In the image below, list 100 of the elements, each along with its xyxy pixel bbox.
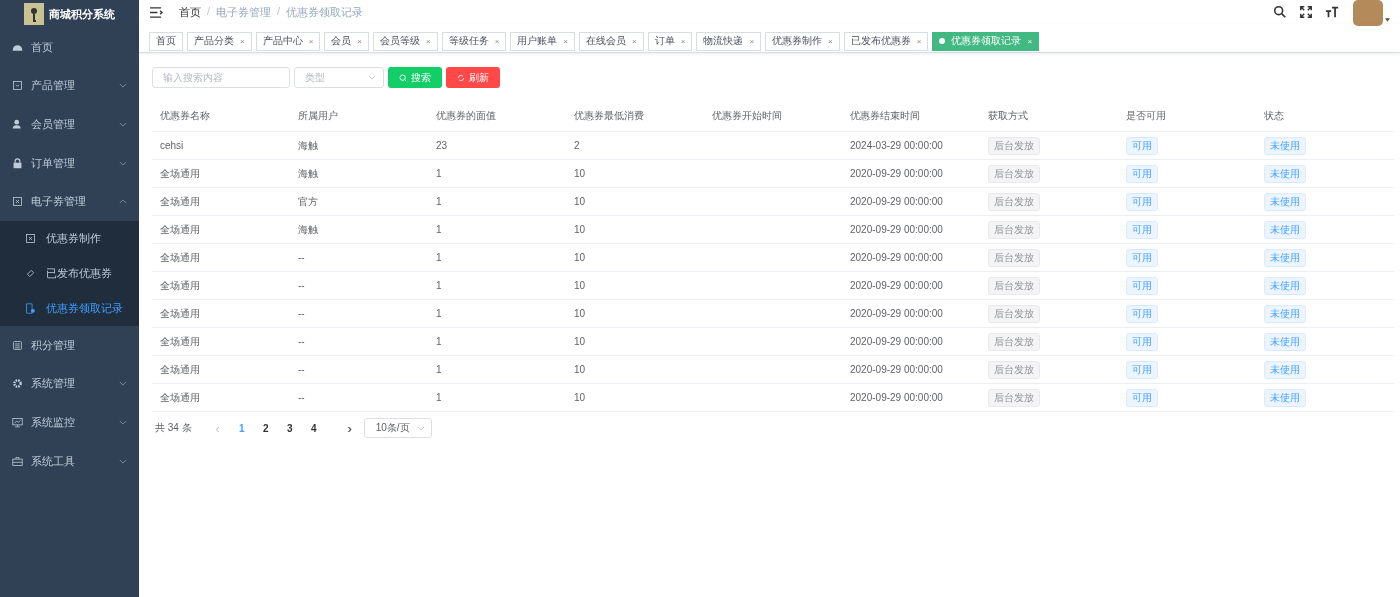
usable-badge: 可用 (1126, 192, 1158, 211)
table-cell: 全场通用 (160, 251, 200, 263)
menu-item[interactable]: 系统监控 (0, 403, 139, 442)
table-cell: -- (298, 307, 305, 319)
fullscreen-icon[interactable] (1299, 5, 1313, 19)
close-icon[interactable]: × (680, 36, 686, 46)
table-cell: 2020-09-29 00:00:00 (850, 195, 943, 207)
table-cell: 2020-09-29 00:00:00 (850, 167, 943, 179)
usable-badge: 可用 (1126, 248, 1158, 267)
status-badge: 未使用 (1264, 360, 1306, 379)
submenu-item[interactable]: 优惠券制作 (0, 220, 139, 256)
table-cell: 10 (574, 167, 586, 179)
box-icon (12, 80, 23, 92)
method-badge: 后台发放 (988, 164, 1040, 183)
tab[interactable]: 物流快递 × (696, 31, 762, 51)
chevron-icon (119, 419, 127, 425)
breadcrumb-item[interactable]: 首页 (179, 4, 201, 20)
breadcrumb-item: 优惠券领取记录 (286, 4, 364, 20)
page-size-select[interactable]: 10条/页 (363, 418, 432, 438)
table-cell: 2020-09-29 00:00:00 (850, 363, 943, 375)
table-cell: 10 (574, 363, 586, 375)
page-button[interactable]: 2 (253, 422, 278, 434)
tab[interactable]: 会员 × (324, 31, 369, 51)
table-cell: -- (298, 279, 305, 291)
close-icon[interactable]: × (494, 36, 500, 46)
usable-badge: 可用 (1126, 388, 1158, 407)
close-icon[interactable]: × (308, 36, 314, 46)
chevron-icon (119, 122, 127, 127)
table-cell: 1 (436, 195, 442, 207)
chevron-icon (119, 381, 127, 387)
chevron-icon (119, 83, 127, 89)
close-icon[interactable]: × (563, 36, 569, 46)
table-cell: 10 (574, 279, 586, 291)
table-cell: 2020-09-29 00:00:00 (850, 223, 943, 235)
menu-item[interactable]: 首页 (0, 28, 139, 67)
table-cell: 2024-03-29 00:00:00 (850, 139, 943, 151)
status-badge: 未使用 (1264, 276, 1306, 295)
table-cell: 全场通用 (160, 391, 200, 403)
font-size-icon[interactable] (1325, 5, 1339, 19)
caret-icon[interactable] (1385, 18, 1390, 22)
table-cell: 10 (574, 223, 586, 235)
usable-badge: 可用 (1126, 164, 1158, 183)
close-icon[interactable]: × (426, 36, 431, 46)
breadcrumb-separator: / (207, 4, 211, 19)
tab[interactable]: 订单 × (647, 31, 693, 51)
list-icon (12, 339, 23, 351)
close-icon[interactable]: × (632, 36, 637, 46)
chevron-icon (368, 75, 376, 80)
tab[interactable]: 等级任务 × (441, 31, 507, 51)
close-icon[interactable]: × (357, 36, 362, 46)
tab[interactable]: 首页 (149, 31, 183, 51)
menu-item[interactable]: 订单管理 (0, 143, 139, 183)
status-badge: 未使用 (1264, 388, 1306, 407)
table-cell: 全场通用 (160, 195, 200, 207)
close-icon[interactable]: × (240, 36, 245, 46)
close-icon[interactable]: × (828, 36, 833, 46)
method-badge: 后台发放 (988, 220, 1040, 239)
submenu-item[interactable]: 优惠券领取记录 (0, 290, 139, 326)
status-badge: 未使用 (1264, 332, 1306, 351)
settings-icon (12, 378, 23, 390)
table-cell: 10 (574, 251, 586, 263)
tab[interactable]: 产品中心 × (255, 31, 321, 51)
search-field[interactable]: 输入搜索内容 (152, 67, 290, 88)
tab[interactable]: 用户账单 × (510, 31, 576, 51)
tab[interactable]: 在线会员 × (579, 31, 644, 51)
column-header: 获取方式 (988, 110, 1028, 121)
page-button[interactable]: 4 (301, 422, 326, 434)
app-title: 商城积分系统 (49, 6, 115, 22)
table-cell: 海触 (298, 223, 318, 235)
table-cell: 2020-09-29 00:00:00 (850, 307, 943, 319)
menu-item[interactable]: 电子券管理 (0, 182, 139, 221)
menu-item[interactable]: 系统管理 (0, 364, 139, 404)
close-icon[interactable]: × (749, 36, 755, 46)
search-icon[interactable] (1273, 5, 1287, 19)
table-cell: -- (298, 363, 305, 375)
tab[interactable]: 会员等级 × (373, 31, 438, 51)
menu-icon[interactable] (150, 6, 163, 18)
table-cell: 全场通用 (160, 223, 200, 235)
method-badge: 后台发放 (988, 136, 1040, 155)
menu-item[interactable]: 产品管理 (0, 66, 139, 106)
table-cell: 官方 (298, 195, 318, 207)
close-icon[interactable]: × (916, 36, 922, 46)
table-cell: 1 (436, 307, 442, 319)
table-cell: 全场通用 (160, 167, 200, 179)
chevron-icon (119, 199, 127, 205)
tab[interactable]: 优惠券制作 × (765, 31, 840, 51)
menu-item[interactable]: 系统工具 (0, 441, 139, 481)
status-badge: 未使用 (1264, 220, 1306, 239)
next-page-button[interactable]: › (337, 420, 362, 436)
submenu-item[interactable]: 已发布优惠券 (0, 255, 139, 291)
menu-item[interactable]: 会员管理 (0, 105, 139, 144)
column-header: 所属用户 (298, 110, 338, 121)
tab[interactable]: 已发布优惠券 × (843, 31, 929, 51)
table-cell: 10 (574, 391, 586, 403)
menu-item[interactable]: 积分管理 (0, 325, 139, 365)
status-badge: 未使用 (1264, 136, 1306, 155)
page-button[interactable]: 3 (277, 422, 302, 434)
tab[interactable]: 产品分类 × (187, 31, 252, 51)
usable-badge: 可用 (1126, 136, 1158, 155)
table-cell: 10 (574, 195, 586, 207)
